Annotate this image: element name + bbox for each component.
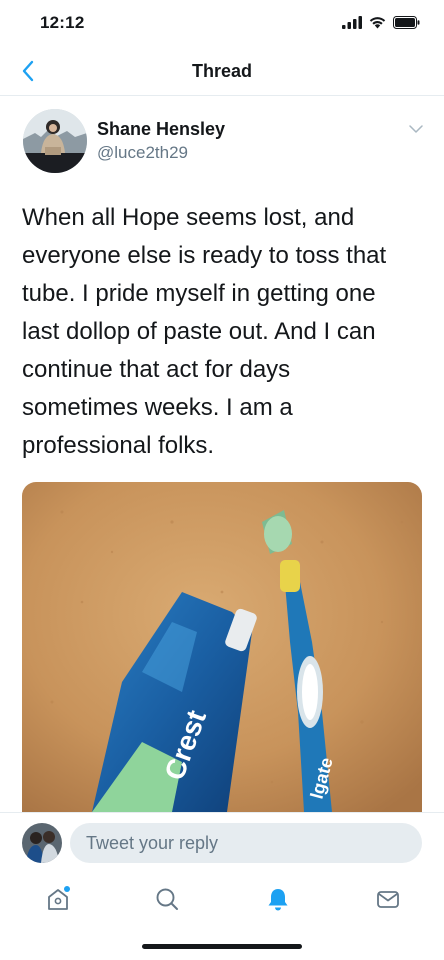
tweet-text-line: When all Hope seems lost, and [22,204,355,231]
tab-search[interactable] [150,882,184,916]
author-avatar[interactable] [23,109,87,173]
tweet-text-line: last dollop of paste out. And I can [22,318,376,345]
tweet-text-line: sometimes weeks. I am a [22,394,293,421]
status-bar: 12:12 [0,0,444,46]
home-indicator [142,944,302,949]
tab-bar [0,874,444,924]
cellular-signal-icon [342,16,362,29]
tweet-photo[interactable]: lgate Crest [22,482,422,812]
user-avatar[interactable] [22,823,62,863]
battery-icon [393,16,420,29]
tweet-text-line: continue that act for days [22,356,291,383]
tab-home[interactable] [41,882,75,916]
tweet-text-line: everyone else is ready to toss that [22,242,387,269]
search-icon [156,888,178,910]
status-time: 12:12 [40,13,85,32]
toothpaste-photo: lgate Crest [22,482,422,812]
notifications-icon [268,889,288,911]
tweet-text-line: tube. I pride myself in getting one [22,280,376,307]
nav-bar: Thread [0,46,444,96]
tweet-options-button[interactable] [406,119,426,139]
page-title: Thread [191,61,252,81]
messages-icon [377,891,399,908]
reply-input[interactable]: Tweet your reply [70,823,422,863]
reply-bar: Tweet your reply [0,812,444,874]
author-name[interactable]: Shane Hensley [97,119,225,140]
wifi-icon [369,17,386,29]
tab-notifications[interactable] [261,882,295,916]
tab-messages[interactable] [371,882,405,916]
chevron-down-icon [409,125,423,133]
tweet-text-line: professional folks. [22,432,215,459]
author-handle[interactable]: @luce2th29 [97,143,188,163]
home-icon [48,886,70,910]
tweet-text: When all Hope seems lost, and everyone e… [22,199,418,465]
status-icons [342,16,420,29]
